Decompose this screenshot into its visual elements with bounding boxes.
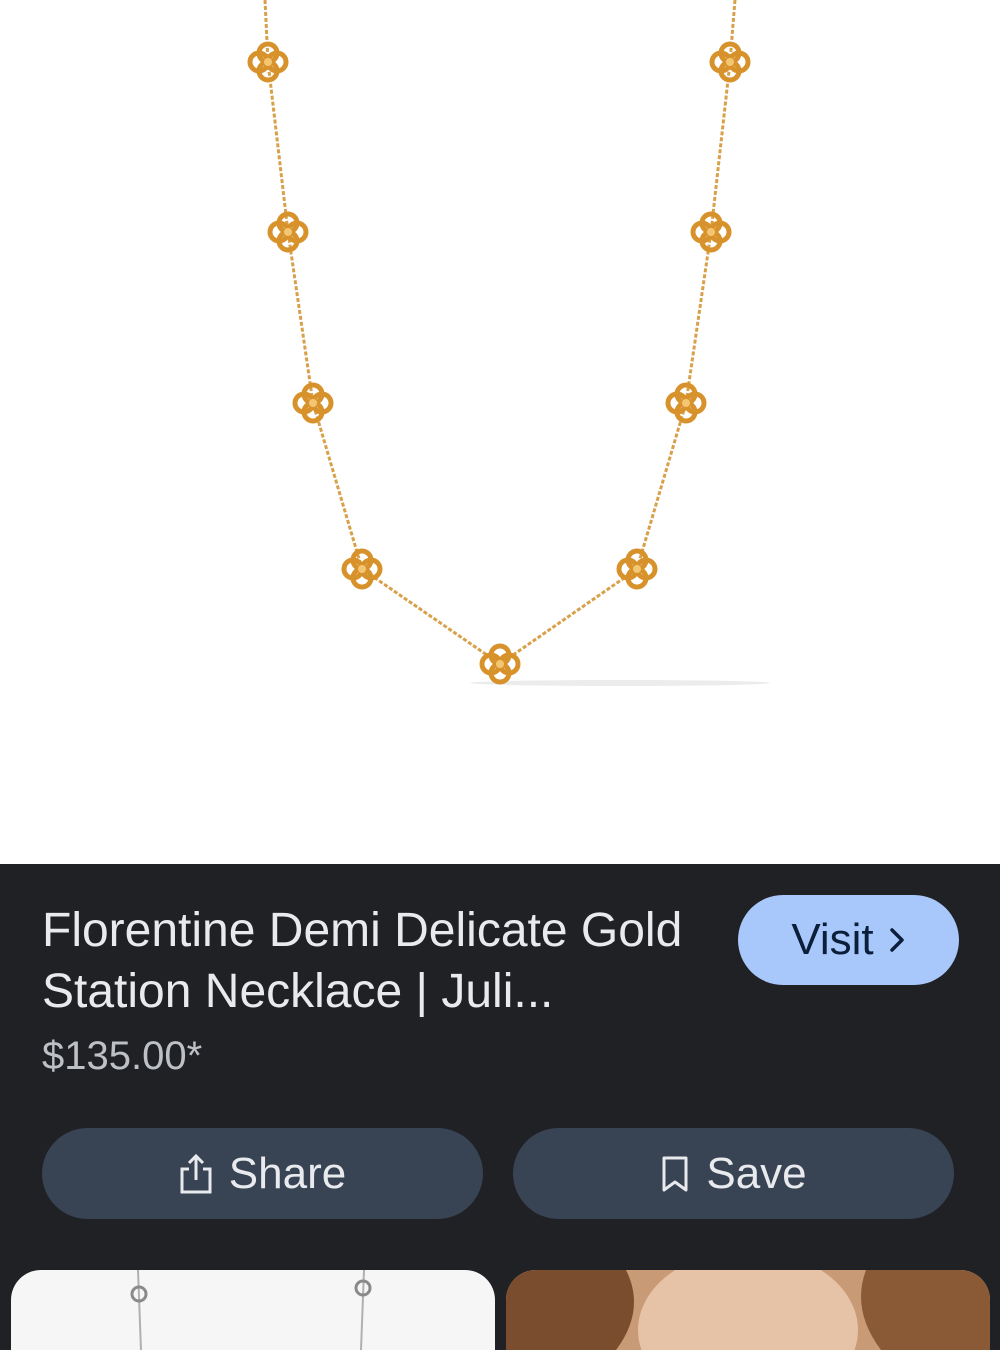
product-price: $135.00*	[42, 1034, 203, 1078]
station-charm	[619, 551, 655, 587]
chain-left	[263, 0, 501, 666]
save-button[interactable]: Save	[513, 1128, 954, 1219]
station-charm	[270, 214, 306, 250]
silver-necklace-preview	[130, 1270, 372, 1350]
product-details-panel: Florentine Demi Delicate Gold Station Ne…	[0, 864, 1000, 1350]
visit-button-label: Visit	[791, 915, 874, 964]
station-charm	[295, 385, 331, 421]
bookmark-icon	[660, 1155, 690, 1193]
share-button[interactable]: Share	[42, 1128, 483, 1219]
share-button-label: Share	[228, 1148, 347, 1198]
product-image[interactable]	[0, 0, 1000, 864]
station-charm	[668, 385, 704, 421]
related-image-thumbnail[interactable]	[11, 1270, 495, 1350]
save-button-label: Save	[706, 1148, 807, 1198]
share-icon	[179, 1153, 213, 1195]
chevron-right-icon	[888, 915, 906, 965]
related-image-thumbnail[interactable]	[506, 1270, 990, 1350]
visit-button[interactable]: Visit	[738, 895, 959, 985]
necklace-illustration	[0, 0, 770, 686]
product-title: Florentine Demi Delicate Gold Station Ne…	[42, 904, 683, 1018]
station-charm	[482, 646, 518, 682]
model-photo-preview	[506, 1270, 990, 1350]
station-charm	[344, 551, 380, 587]
station-charm	[693, 214, 729, 250]
